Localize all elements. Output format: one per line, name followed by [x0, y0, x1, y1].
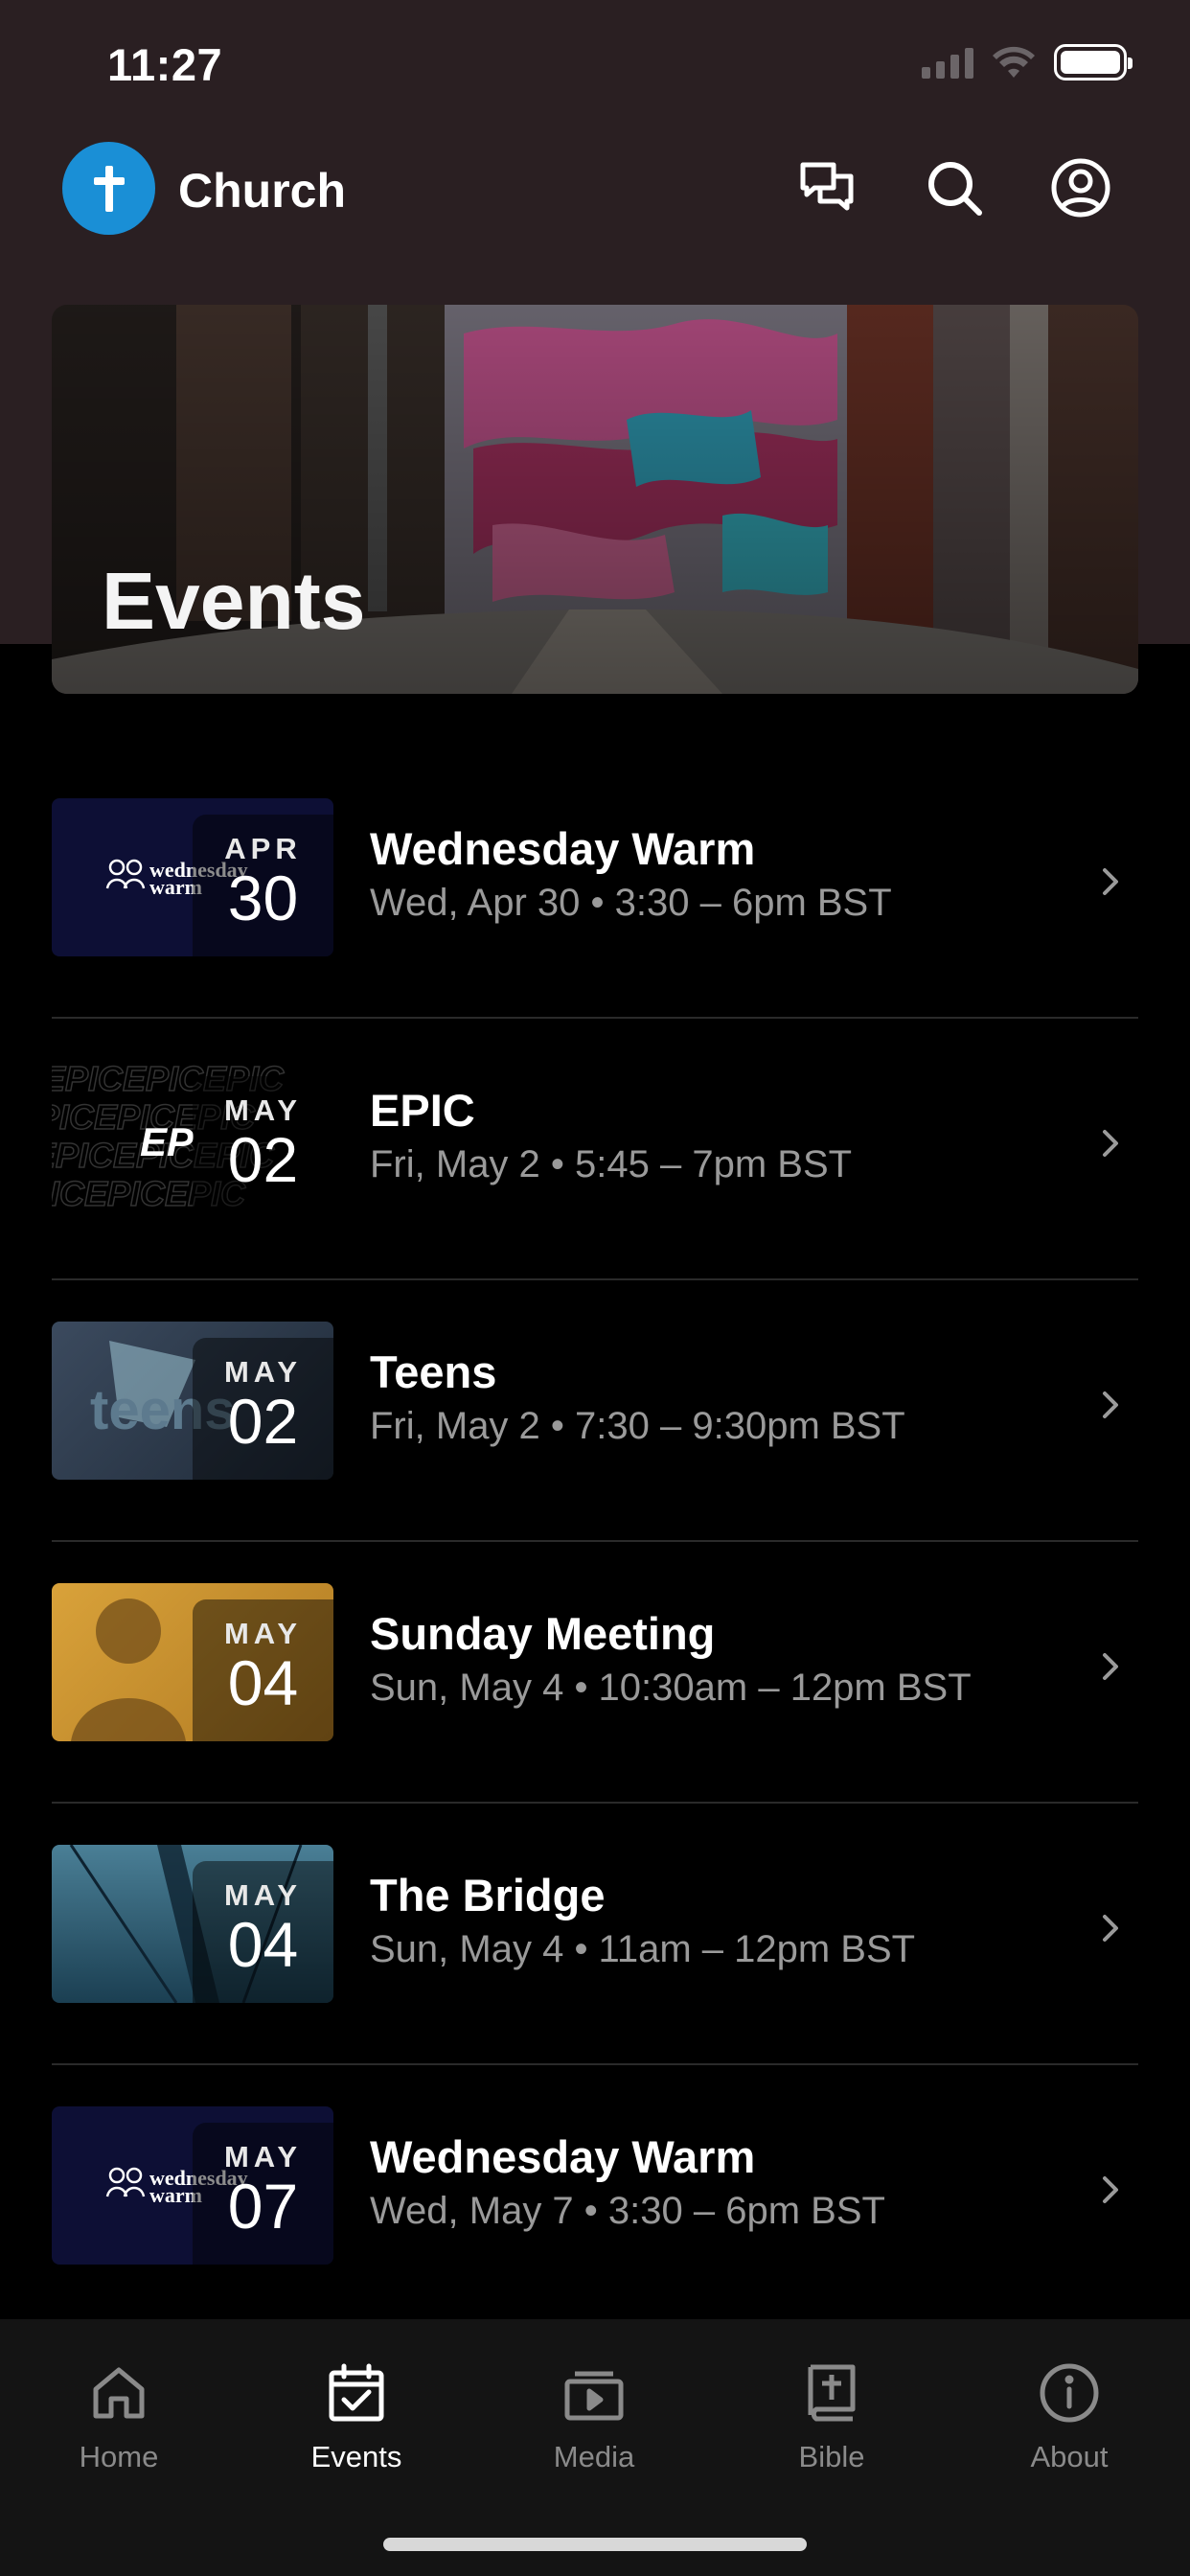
badge-day: 30: [227, 862, 299, 933]
chevron-right-icon: [1103, 868, 1118, 895]
tab-bible[interactable]: Bible: [736, 2319, 927, 2474]
event-thumbnail: wednesday warm MAY 07: [52, 2106, 333, 2265]
event-thumbnail: MAY 04: [52, 1583, 333, 1741]
event-row[interactable]: wednesday warm APR 30 Wednesday Warm Wed…: [52, 757, 1138, 1019]
info-icon: [1036, 2359, 1103, 2426]
event-datetime: Fri, May 2 • 5:45 – 7pm BST: [370, 1143, 853, 1185]
event-title: Sunday Meeting: [370, 1608, 716, 1659]
status-icons: [922, 44, 1133, 80]
profile-button[interactable]: [1046, 153, 1115, 222]
events-hero-banner: Events: [52, 305, 1138, 694]
badge-month: MAY: [223, 1878, 303, 1912]
date-badge: MAY 04: [193, 1599, 333, 1741]
search-button[interactable]: [920, 153, 989, 222]
status-bar: 11:27: [0, 0, 1190, 125]
event-row[interactable]: EPICEPICEPIC EPICEPICEPIC EPICEPICEPIC E…: [52, 1019, 1138, 1280]
search-icon: [928, 162, 982, 216]
svg-text:EP: EP: [140, 1119, 195, 1164]
tab-media[interactable]: Media: [498, 2319, 690, 2474]
event-datetime: Sun, May 4 • 10:30am – 12pm BST: [370, 1667, 972, 1709]
bible-icon: [798, 2359, 865, 2426]
home-icon: [85, 2359, 152, 2426]
chevron-right-icon: [1103, 1653, 1118, 1680]
event-thumbnail: MAY 04: [52, 1845, 333, 2003]
app-header: Church: [0, 134, 1190, 244]
page-title: Events: [102, 556, 366, 646]
badge-month: MAY: [223, 1093, 303, 1127]
date-badge: MAY 02: [193, 1338, 333, 1480]
wifi-icon: [991, 45, 1037, 80]
event-row[interactable]: MAY 04 The Bridge Sun, May 4 • 11am – 12…: [52, 1804, 1138, 2065]
badge-month: APR: [224, 832, 302, 865]
app-title: Church: [178, 164, 346, 218]
badge-day: 04: [227, 1647, 299, 1718]
event-datetime: Wed, May 7 • 3:30 – 6pm BST: [370, 2190, 885, 2232]
tab-about[interactable]: About: [973, 2319, 1165, 2474]
event-row[interactable]: wednesday warm MAY 07 Wednesday Warm Wed…: [52, 2065, 1138, 2327]
date-badge: MAY 02: [193, 1076, 333, 1218]
event-row[interactable]: teens MAY 02 Teens Fri, May 2 • 7:30 – 9…: [52, 1280, 1138, 1542]
chat-icon: [800, 162, 854, 211]
badge-month: MAY: [223, 1355, 303, 1389]
tab-label: Bible: [798, 2440, 865, 2473]
tab-events[interactable]: Events: [261, 2319, 452, 2474]
tab-label: Events: [310, 2440, 402, 2473]
chevron-right-icon: [1103, 1130, 1118, 1157]
badge-day: 04: [227, 1909, 299, 1980]
signal-icon: [922, 46, 973, 79]
event-title: Wednesday Warm: [370, 823, 756, 874]
badge-month: MAY: [223, 1617, 303, 1650]
chevron-right-icon: [1103, 2176, 1118, 2203]
event-datetime: Fri, May 2 • 7:30 – 9:30pm BST: [370, 1405, 905, 1447]
event-datetime: Sun, May 4 • 11am – 12pm BST: [370, 1928, 916, 1970]
event-thumbnail: wednesday warm APR 30: [52, 798, 333, 956]
events-list: wednesday warm APR 30 Wednesday Warm Wed…: [52, 757, 1138, 2327]
battery-icon: [1054, 44, 1133, 80]
status-time: 11:27: [107, 39, 223, 90]
tab-home[interactable]: Home: [23, 2319, 215, 2474]
profile-icon: [1051, 158, 1110, 218]
event-title: EPIC: [370, 1085, 475, 1136]
chevron-right-icon: [1103, 1915, 1118, 1942]
home-indicator[interactable]: [383, 2538, 807, 2551]
event-title: Wednesday Warm: [370, 2131, 756, 2182]
date-badge: APR 30: [193, 815, 333, 956]
event-datetime: Wed, Apr 30 • 3:30 – 6pm BST: [370, 882, 892, 924]
event-thumbnail: EPICEPICEPIC EPICEPICEPIC EPICEPICEPIC E…: [52, 1060, 333, 1218]
chevron-right-icon: [1103, 1392, 1118, 1418]
chat-button[interactable]: [793, 153, 862, 222]
event-title: The Bridge: [370, 1870, 606, 1920]
event-title: Teens: [370, 1346, 497, 1397]
tab-label: About: [1030, 2440, 1109, 2473]
badge-day: 02: [227, 1124, 299, 1195]
date-badge: MAY 04: [193, 1861, 333, 2003]
badge-month: MAY: [223, 2140, 303, 2174]
badge-day: 02: [227, 1386, 299, 1457]
calendar-icon: [323, 2359, 390, 2426]
event-thumbnail: teens MAY 02: [52, 1322, 333, 1480]
date-badge: MAY 07: [193, 2123, 333, 2265]
tab-label: Home: [79, 2440, 159, 2473]
event-row[interactable]: MAY 04 Sunday Meeting Sun, May 4 • 10:30…: [52, 1542, 1138, 1804]
church-logo-icon[interactable]: [62, 142, 155, 235]
media-icon: [561, 2359, 628, 2426]
tab-label: Media: [553, 2440, 635, 2473]
badge-day: 07: [227, 2171, 299, 2242]
